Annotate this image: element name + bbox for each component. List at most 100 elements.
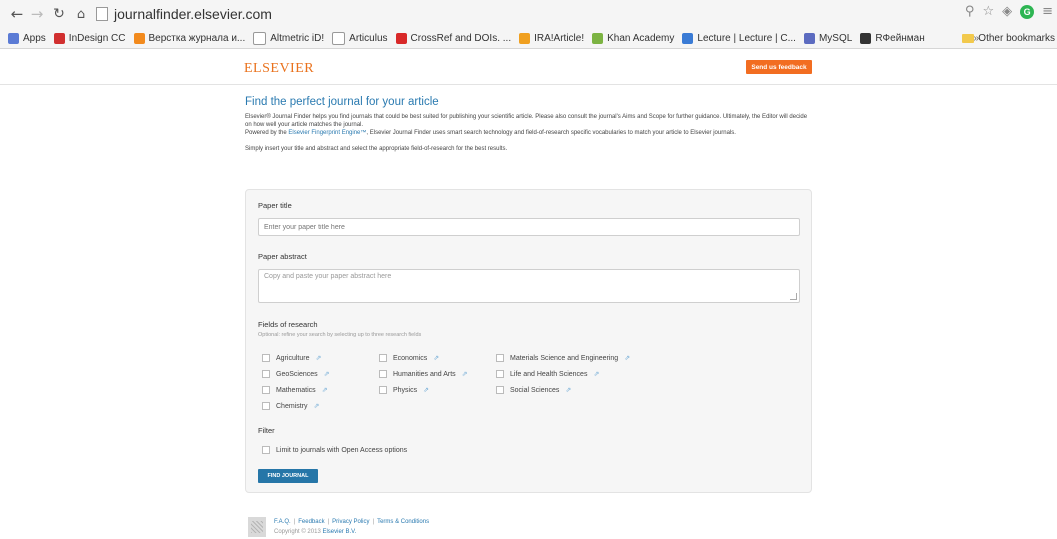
- external-link-icon[interactable]: ⇗: [423, 386, 429, 394]
- home-icon[interactable]: ⌂: [72, 7, 90, 22]
- bookmark-crossref[interactable]: CrossRef and DOIs. ...: [395, 32, 511, 44]
- bookmark-mysql[interactable]: MySQL: [803, 32, 853, 44]
- footer-link[interactable]: Feedback: [298, 519, 324, 525]
- elsevier-tree-logo: [248, 517, 266, 537]
- menu-icon[interactable]: ≡: [1042, 4, 1053, 19]
- field-option-agriculture[interactable]: Agriculture ⇗: [262, 354, 321, 362]
- elsevier-logo[interactable]: ELSEVIER: [244, 61, 314, 77]
- zoom-icon[interactable]: ⚲: [965, 4, 975, 19]
- external-link-icon[interactable]: ⇗: [593, 370, 599, 378]
- bookmark-favicon-icon: [860, 32, 872, 44]
- field-label: Chemistry: [276, 402, 308, 410]
- forward-arrow-icon[interactable]: →: [28, 5, 46, 23]
- field-option-physics[interactable]: Physics ⇗: [379, 386, 429, 394]
- field-label: Mathematics: [276, 386, 316, 394]
- paper-title-label: Paper title: [258, 201, 292, 210]
- bookmark-lecture[interactable]: Lecture | Lecture | C...: [682, 32, 796, 44]
- footer-link[interactable]: Privacy Policy: [332, 519, 369, 525]
- bookmark-favicon-icon: [519, 32, 531, 44]
- bookmark-verstka[interactable]: Верстка журнала и...: [133, 32, 245, 44]
- bookmark-apps[interactable]: Apps: [8, 32, 46, 44]
- field-checkbox[interactable]: [379, 354, 387, 362]
- field-option-geosciences[interactable]: GeoSciences ⇗: [262, 370, 330, 378]
- field-checkbox[interactable]: [262, 370, 270, 378]
- back-arrow-icon[interactable]: ←: [8, 5, 26, 23]
- bookmark-label: Apps: [23, 32, 46, 44]
- field-checkbox[interactable]: [379, 386, 387, 394]
- bookmark-favicon-icon: [803, 32, 815, 44]
- reload-icon[interactable]: ↻: [50, 6, 68, 22]
- external-link-icon[interactable]: ⇗: [462, 370, 468, 378]
- field-checkbox[interactable]: [262, 354, 270, 362]
- open-access-checkbox[interactable]: [262, 446, 270, 454]
- address-bar[interactable]: journalfinder.elsevier.com: [96, 4, 936, 24]
- bookmark-favicon-icon: [332, 31, 346, 45]
- intro-paragraph: Elsevier® Journal Finder helps you find …: [245, 114, 808, 128]
- intro-text-prefix: Powered by the: [245, 130, 289, 136]
- bookmark-feynman[interactable]: RФейнман: [860, 32, 925, 44]
- elsevier-bv-link[interactable]: Elsevier B.V.: [322, 529, 356, 535]
- external-link-icon[interactable]: ⇗: [433, 354, 439, 362]
- bookmark-label: RФейнман: [875, 32, 925, 44]
- footer-separator: |: [327, 519, 330, 525]
- field-label: Economics: [393, 354, 428, 362]
- field-checkbox[interactable]: [262, 386, 270, 394]
- external-link-icon[interactable]: ⇗: [324, 370, 330, 378]
- send-feedback-button[interactable]: Send us feedback: [746, 60, 812, 74]
- field-option-social-sciences[interactable]: Social Sciences ⇗: [496, 386, 571, 394]
- bookmark-label: Khan Academy: [607, 32, 675, 44]
- field-option-mathematics[interactable]: Mathematics ⇗: [262, 386, 328, 394]
- paper-abstract-textarea[interactable]: Copy and paste your paper abstract here: [258, 269, 800, 303]
- bookmark-khan-academy[interactable]: Khan Academy: [592, 32, 675, 44]
- open-access-label: Limit to journals with Open Access optio…: [276, 446, 408, 454]
- browser-toolbar: ← → ↻ ⌂ journalfinder.elsevier.com ⚲ ☆ ◈…: [0, 0, 1057, 28]
- grammarly-extension-icon[interactable]: G: [1020, 4, 1035, 19]
- field-option-materials-science-and-engineering[interactable]: Materials Science and Engineering ⇗: [496, 354, 630, 362]
- external-link-icon[interactable]: ⇗: [624, 354, 630, 362]
- url-text[interactable]: journalfinder.elsevier.com: [114, 6, 272, 22]
- other-bookmarks[interactable]: Other bookmarks: [962, 33, 1055, 44]
- external-link-icon[interactable]: ⇗: [322, 386, 328, 394]
- field-checkbox[interactable]: [496, 370, 504, 378]
- footer-link[interactable]: Terms & Conditions: [377, 519, 429, 525]
- bookmark-indesign-cc[interactable]: InDesign CC: [53, 32, 126, 44]
- shield-icon[interactable]: ◈: [1002, 4, 1012, 19]
- field-label: Social Sciences: [510, 386, 560, 394]
- footer-links: F.A.Q. | Feedback | Privacy Policy | Terms & C…: [274, 519, 429, 525]
- bookmark-ira-article[interactable]: IRA!Article!: [519, 32, 584, 44]
- find-journal-button[interactable]: FIND JOURNAL: [258, 469, 318, 483]
- page-title: Find the perfect journal for your articl…: [245, 96, 439, 108]
- bookmark-favicon-icon: [53, 32, 65, 44]
- abstract-placeholder: Copy and paste your paper abstract here: [264, 273, 392, 280]
- open-access-option[interactable]: Limit to journals with Open Access optio…: [262, 446, 407, 454]
- intro-instruction: Simply insert your title and abstract an…: [245, 146, 508, 152]
- footer-link[interactable]: F.A.Q.: [274, 519, 291, 525]
- bookmark-favicon-icon: [395, 32, 407, 44]
- external-link-icon[interactable]: ⇗: [315, 354, 321, 362]
- intro-text-suffix: , Elsevier Journal Finder uses smart sea…: [366, 130, 736, 136]
- field-option-humanities-and-arts[interactable]: Humanities and Arts ⇗: [379, 370, 468, 378]
- bookmark-label: Articulus: [349, 32, 388, 44]
- field-option-economics[interactable]: Economics ⇗: [379, 354, 439, 362]
- paper-title-input[interactable]: [258, 218, 800, 236]
- field-checkbox[interactable]: [496, 386, 504, 394]
- field-checkbox[interactable]: [496, 354, 504, 362]
- bookmark-altmetric[interactable]: Altmetric iD!: [253, 31, 324, 45]
- resize-handle[interactable]: [790, 293, 797, 300]
- bookmark-label: MySQL: [818, 32, 853, 44]
- field-checkbox[interactable]: [379, 370, 387, 378]
- copyright: Copyright © 2013 Elsevier B.V.: [274, 529, 356, 535]
- external-link-icon[interactable]: ⇗: [314, 402, 320, 410]
- field-checkbox[interactable]: [262, 402, 270, 410]
- star-icon[interactable]: ☆: [982, 4, 994, 19]
- bookmark-articulus[interactable]: Articulus: [332, 31, 388, 45]
- field-option-life-and-health-sciences[interactable]: Life and Health Sciences ⇗: [496, 370, 599, 378]
- bookmark-label: InDesign CC: [68, 32, 126, 44]
- field-option-chemistry[interactable]: Chemistry ⇗: [262, 402, 319, 410]
- journal-finder-form: Paper title Paper abstract Copy and past…: [245, 189, 812, 493]
- external-link-icon[interactable]: ⇗: [565, 386, 571, 394]
- fingerprint-engine-link[interactable]: Elsevier Fingerprint Engine™: [288, 130, 366, 136]
- filter-label: Filter: [258, 426, 275, 435]
- bookmark-label: Lecture | Lecture | C...: [697, 32, 796, 44]
- copyright-text: Copyright © 2013: [274, 529, 323, 535]
